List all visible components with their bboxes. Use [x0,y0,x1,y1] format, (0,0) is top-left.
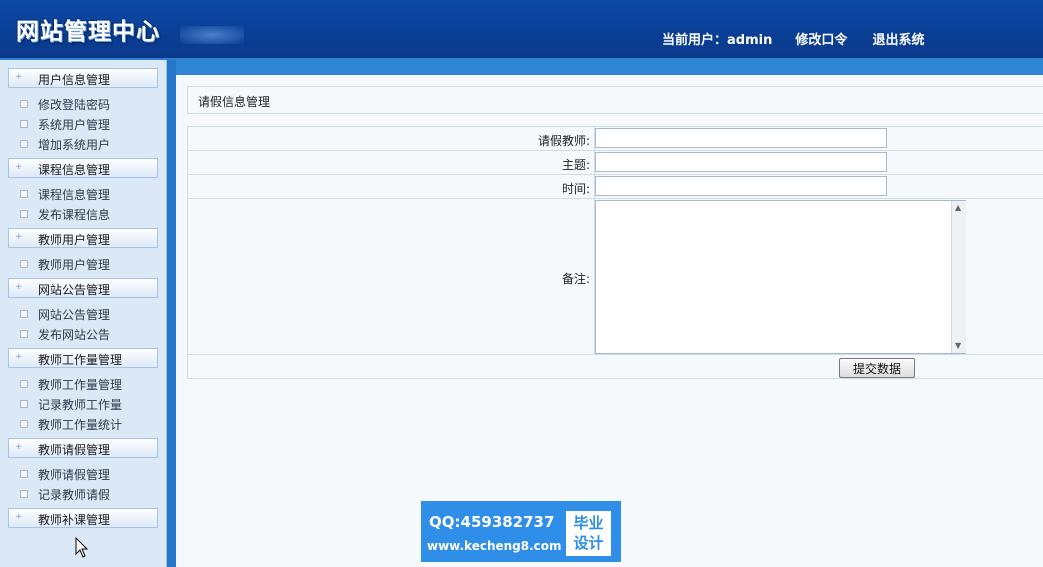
bullet-icon [20,380,28,388]
sidebar-item-label: 网站公告管理 [38,308,111,322]
sidebar-group-label: 教师请假管理 [38,443,111,457]
bullet-icon [20,120,28,128]
site-logo: 网站管理中心 [16,19,160,45]
sidebar-item-label: 课程信息管理 [38,188,111,202]
sidebar-item-label: 教师请假管理 [38,468,111,482]
row-divider [188,198,1043,199]
logo-glow [180,26,244,44]
frame-divider [167,60,176,567]
bullet-icon [20,210,28,218]
plus-icon: + [15,352,23,362]
sidebar-item-label: 记录教师请假 [38,488,111,502]
sidebar: + 用户信息管理 修改登陆密码 系统用户管理 增加系统用户 + 课程信息管理 课… [0,60,167,567]
plus-icon: + [15,512,23,522]
watermark-qq: QQ:459382737 [429,513,555,531]
sidebar-group-label: 用户信息管理 [38,73,111,87]
submit-button[interactable]: 提交数据 [839,358,915,378]
bullet-icon [20,140,28,148]
sidebar-item-label: 增加系统用户 [38,138,111,152]
leave-form-table: 请假教师: 主题: 时间: 备注: ▲ ▼ 提交数据 [187,126,1043,379]
subject-label: 主题: [561,158,590,172]
row-divider [188,174,1043,175]
sidebar-item-label: 教师工作量统计 [38,418,123,432]
mouse-cursor-icon [75,537,89,558]
bullet-icon [20,310,28,318]
sidebar-group-course-info[interactable]: + 课程信息管理 [8,158,158,178]
change-password-link[interactable]: 修改口令 [795,33,847,48]
sidebar-group-teacher-users[interactable]: + 教师用户管理 [8,228,158,248]
sidebar-item-label: 教师工作量管理 [38,378,123,392]
sidebar-group-workload[interactable]: + 教师工作量管理 [8,348,158,368]
header-bar: 网站管理中心 当前用户：admin 修改口令 退出系统 [0,0,1043,60]
remark-label: 备注: [561,272,590,286]
page-title-box: 请假信息管理 [187,86,1043,114]
bullet-icon [20,330,28,338]
subject-input[interactable] [595,152,887,172]
sidebar-group-makeup-class[interactable]: + 教师补课管理 [8,508,158,528]
sidebar-item-label: 教师用户管理 [38,258,111,272]
sidebar-item-label: 发布网站公告 [38,328,111,342]
sidebar-item-label: 修改登陆密码 [38,98,111,112]
bullet-icon [20,260,28,268]
bullet-icon [20,190,28,198]
bullet-icon [20,470,28,478]
row-divider [188,150,1043,151]
logout-link[interactable]: 退出系统 [873,33,925,48]
plus-icon: + [15,162,23,172]
sidebar-item-label: 系统用户管理 [38,118,111,132]
sidebar-group-label: 网站公告管理 [38,283,111,297]
plus-icon: + [15,282,23,292]
teacher-label: 请假教师: [537,134,590,148]
sidebar-group-label: 教师工作量管理 [38,353,123,367]
watermark-url: www.kecheng8.com [427,539,562,553]
sidebar-group-label: 课程信息管理 [38,163,111,177]
bullet-icon [20,420,28,428]
bullet-icon [20,400,28,408]
sidebar-group-leave[interactable]: + 教师请假管理 [8,438,158,458]
plus-icon: + [15,72,23,82]
remark-scrollbar[interactable]: ▲ ▼ [951,201,966,353]
main-content: 请假信息管理 请假教师: 主题: 时间: 备注: ▲ ▼ 提交数据 [176,75,1043,567]
current-user-label: 当前用户： [662,33,728,48]
sidebar-group-label: 教师补课管理 [38,513,111,527]
bullet-icon [20,490,28,498]
remark-textarea[interactable] [595,200,966,354]
scroll-down-icon[interactable]: ▼ [955,341,961,350]
time-input[interactable] [595,176,887,196]
sidebar-item-label: 记录教师工作量 [38,398,123,412]
bullet-icon [20,100,28,108]
watermark-badge-line2: 设计 [573,534,604,552]
scroll-up-icon[interactable]: ▲ [955,203,961,212]
sidebar-item-label: 发布课程信息 [38,208,111,222]
sidebar-group-announcements[interactable]: + 网站公告管理 [8,278,158,298]
watermark-banner: QQ:459382737 www.kecheng8.com 毕业 设计 [421,501,621,562]
row-divider [188,354,1043,355]
plus-icon: + [15,442,23,452]
watermark-badge: 毕业 设计 [566,511,611,556]
time-label: 时间: [561,182,590,196]
teacher-input[interactable] [595,128,887,148]
sidebar-group-label: 教师用户管理 [38,233,111,247]
sidebar-group-user-info[interactable]: + 用户信息管理 [8,68,158,88]
page-title: 请假信息管理 [198,95,271,109]
watermark-badge-line1: 毕业 [573,514,604,532]
current-user-name: admin [727,33,773,48]
plus-icon: + [15,232,23,242]
user-bar: 当前用户：admin 修改口令 退出系统 [662,29,925,48]
main-top-strip [176,60,1043,75]
